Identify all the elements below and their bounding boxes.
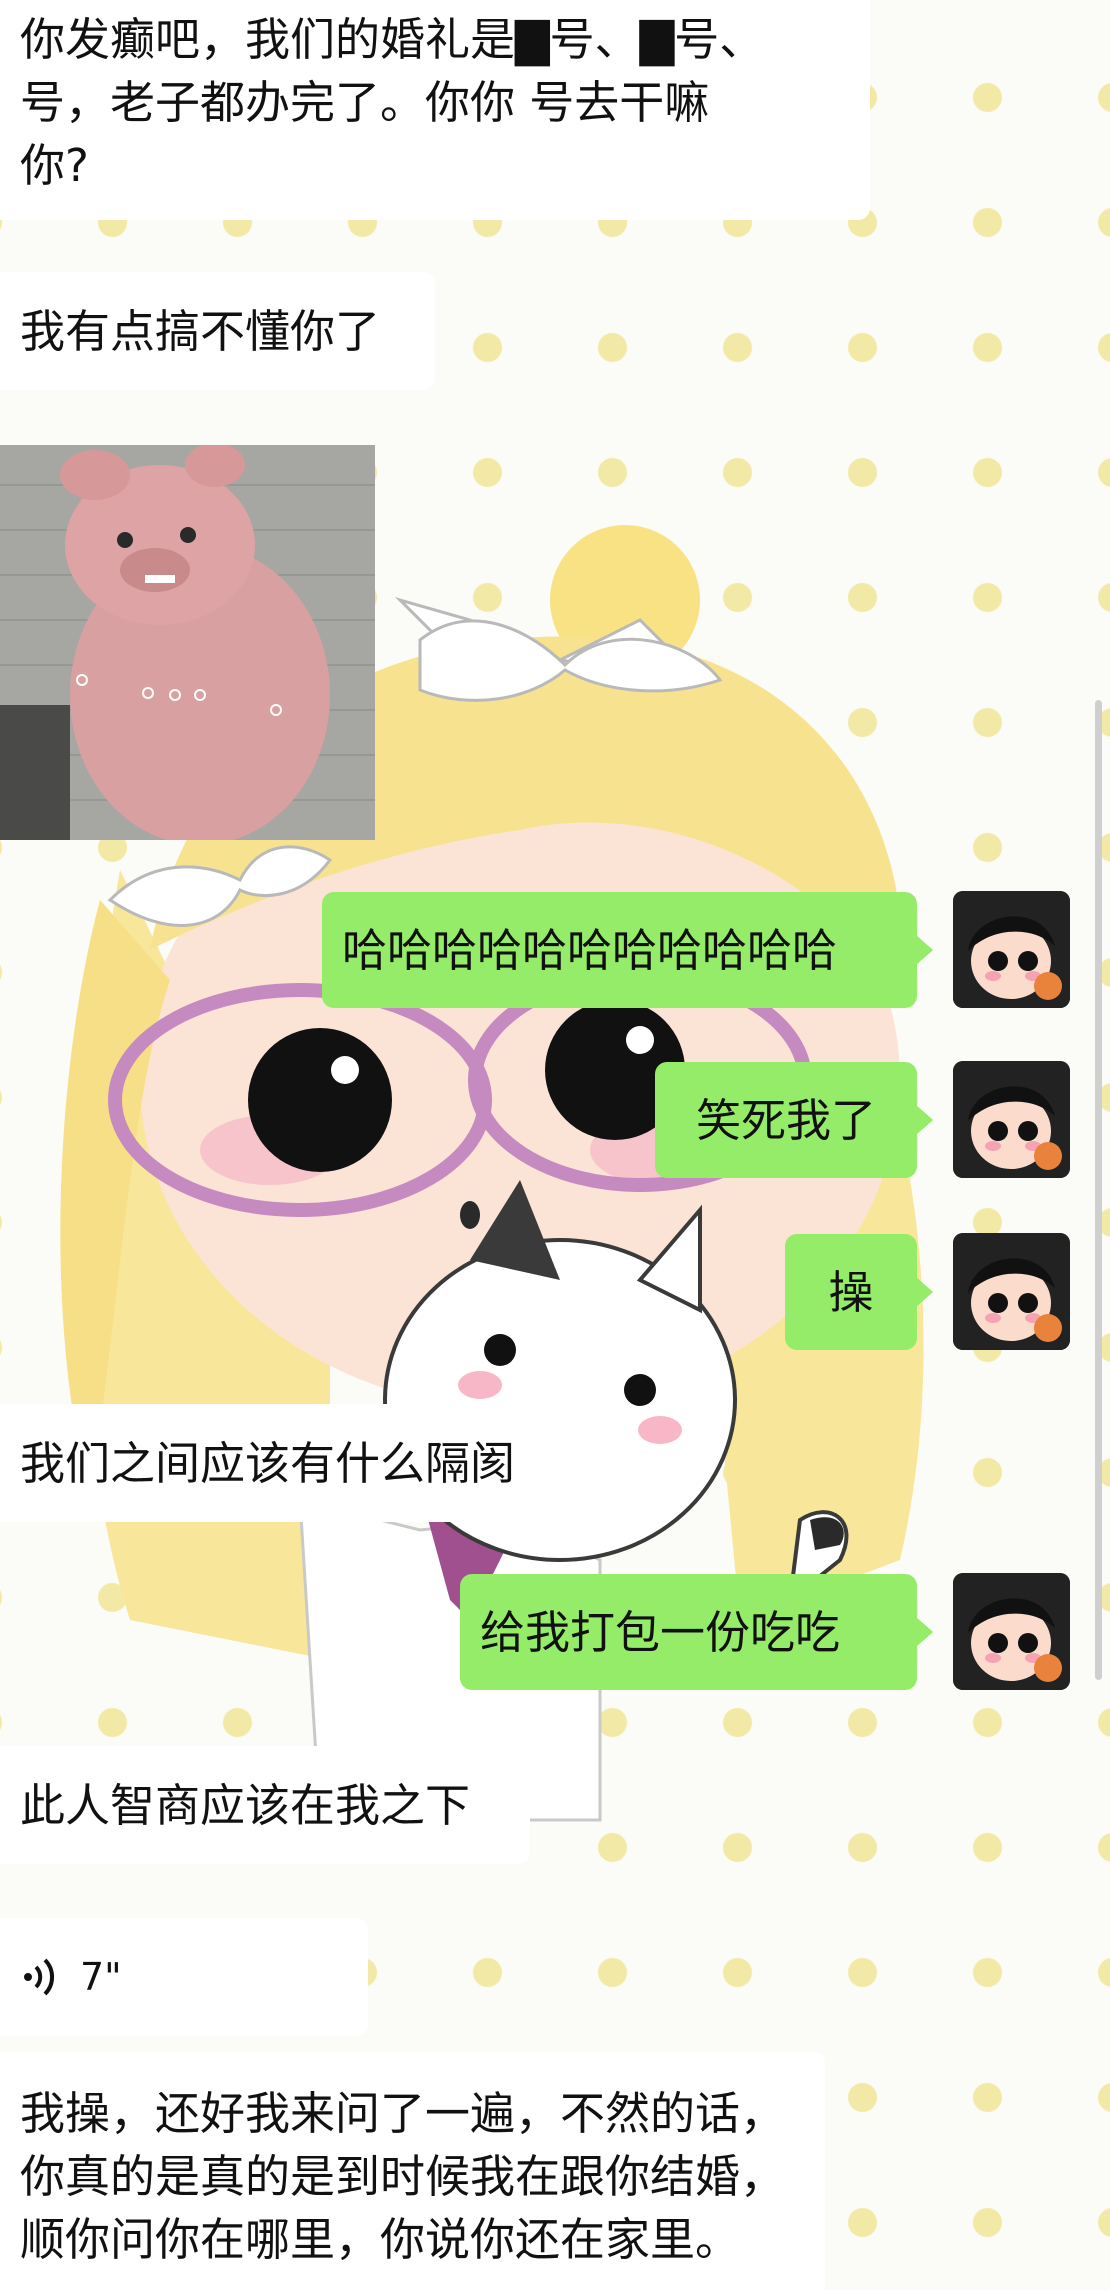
message-text: 笑死我了 [695, 1093, 876, 1147]
message-text: 我们之间应该有什么隔阂 [20, 1436, 516, 1490]
cartoon-girl-avatar-icon [953, 1061, 1070, 1178]
sent-message[interactable]: 操 [785, 1234, 933, 1350]
scrollbar[interactable] [1095, 700, 1102, 1680]
avatar[interactable] [953, 1061, 1070, 1178]
received-message[interactable]: 此人智商应该在我之下 [0, 1746, 530, 1864]
voice-duration: 7" [80, 1954, 122, 1999]
received-message[interactable]: 我有点搞不懂你了 [0, 272, 435, 390]
sent-message[interactable]: 给我打包一份吃吃 [460, 1574, 933, 1690]
pig-statue-photo [0, 445, 375, 840]
message-text: 操 [828, 1265, 874, 1319]
pig-statue-image[interactable] [0, 445, 375, 840]
message-text: 我有点搞不懂你了 [20, 304, 381, 358]
voice-wave-icon [24, 1958, 55, 1996]
avatar[interactable] [953, 891, 1070, 1008]
message-text: 哈哈哈哈哈哈哈哈哈哈哈 [342, 923, 838, 977]
received-message[interactable]: 我们之间应该有什么隔阂 [0, 1404, 575, 1522]
avatar[interactable] [953, 1233, 1070, 1350]
message-text: 给我打包一份吃吃 [480, 1605, 841, 1659]
message-text: 你发癫吧，我们的婚礼是▇号、▇号、 号，老子都办完了。你你 号去干嘛 你? [20, 13, 765, 192]
received-message[interactable]: 你发癫吧，我们的婚礼是▇号、▇号、 号，老子都办完了。你你 号去干嘛 你? [0, 0, 870, 220]
sent-message[interactable]: 笑死我了 [655, 1062, 933, 1178]
cartoon-girl-avatar-icon [953, 1233, 1070, 1350]
cartoon-girl-avatar-icon [953, 1573, 1070, 1690]
received-message[interactable]: 我操，还好我来问了一遍，不然的话， 你真的是真的是到时候我在跟你结婚， 顺你问你… [0, 2052, 825, 2290]
sent-message[interactable]: 哈哈哈哈哈哈哈哈哈哈哈 [322, 892, 933, 1008]
cartoon-girl-avatar-icon [953, 891, 1070, 1008]
avatar[interactable] [953, 1573, 1070, 1690]
message-text: 我操，还好我来问了一遍，不然的话， 你真的是真的是到时候我在跟你结婚， 顺你问你… [20, 2087, 786, 2266]
message-text: 此人智商应该在我之下 [20, 1778, 471, 1832]
voice-message[interactable]: 7" [0, 1918, 368, 2036]
